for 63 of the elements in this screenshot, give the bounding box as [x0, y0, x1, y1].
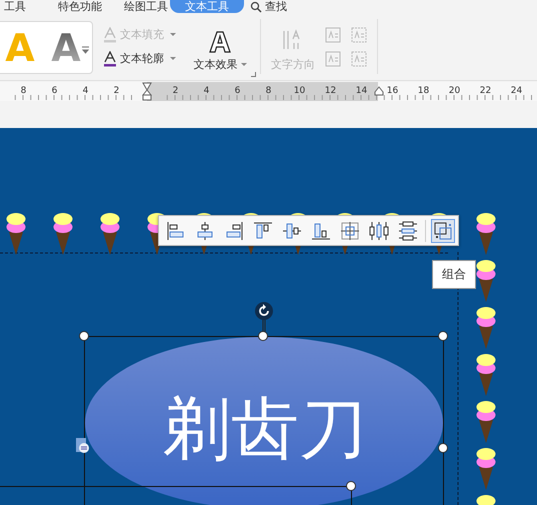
- menu-tab[interactable]: 绘图工具: [110, 0, 170, 13]
- ruler-number: 4: [82, 86, 88, 96]
- align-middle-icon: [282, 220, 302, 240]
- distribute-vertical-icon: [398, 220, 418, 240]
- ruler-number: 8: [266, 86, 272, 96]
- search-icon[interactable]: [250, 0, 262, 12]
- ruler-number: 18: [418, 86, 430, 96]
- resize-handle[interactable]: [438, 443, 448, 453]
- text-format-button[interactable]: 文本轮廓: [103, 50, 187, 66]
- align-button[interactable]: [396, 218, 420, 242]
- text-letter-icon: [103, 26, 117, 42]
- caret-icon: [170, 56, 176, 60]
- align-top-icon: [253, 220, 273, 240]
- search-link[interactable]: 查找: [265, 0, 287, 13]
- align-left-icon: [166, 220, 186, 240]
- ruler-number: 14: [356, 86, 368, 96]
- outlined-letter-icon: [209, 31, 231, 53]
- ice-cream-cone-drawing: [53, 212, 73, 256]
- ruler-number: 22: [480, 86, 492, 96]
- center-cross-icon: [340, 220, 360, 240]
- text-effect-button[interactable]: 文本效果: [194, 57, 246, 72]
- ice-cream-cone-drawing: [476, 400, 496, 444]
- ruler-number: 16: [386, 86, 398, 96]
- rotate-handle-icon[interactable]: [255, 302, 273, 320]
- ruler-number: 10: [294, 86, 306, 96]
- caret-icon: [170, 32, 176, 36]
- ice-cream-cone-drawing: [476, 212, 496, 256]
- menu-tab[interactable]: 特色功能: [44, 0, 110, 13]
- resize-handle[interactable]: [438, 331, 448, 341]
- ice-cream-cone-drawing: [476, 306, 496, 350]
- rotation-stem: [262, 318, 266, 332]
- resize-handle[interactable]: [79, 331, 89, 341]
- ruler-number: 6: [234, 86, 240, 96]
- text-letter-icon: [103, 50, 117, 66]
- ice-cream-cone-drawing: [476, 447, 496, 491]
- ruler-number: 2: [172, 86, 178, 96]
- group-icon: [433, 220, 453, 240]
- align-right-icon: [224, 220, 244, 240]
- align-center-icon: [195, 220, 215, 240]
- ruler-number: 6: [52, 86, 58, 96]
- ice-cream-cone-drawing: [100, 212, 120, 256]
- distribute-horizontal-icon: [369, 220, 389, 240]
- indent-marker-icon[interactable]: [142, 82, 152, 101]
- ruler-number: 2: [114, 86, 120, 96]
- ice-cream-cone-drawing: [6, 212, 26, 256]
- ruler-number: 20: [448, 86, 460, 96]
- align-bottom-icon: [311, 220, 331, 240]
- gallery-more-icon[interactable]: [82, 46, 89, 54]
- caret-icon: [240, 62, 246, 66]
- ruler-number: 12: [324, 86, 336, 96]
- ice-cream-cone-drawing: [476, 259, 496, 303]
- tooltip: 组合: [432, 260, 476, 289]
- ruler-number: 24: [510, 86, 522, 96]
- align-button[interactable]: [431, 218, 455, 242]
- ruler-number: 8: [20, 86, 26, 96]
- ice-cream-cone-drawing: [476, 353, 496, 397]
- menu-tab[interactable]: 工具: [0, 0, 44, 13]
- right-indent-marker-icon[interactable]: [374, 86, 384, 96]
- layout-options-icon[interactable]: [76, 438, 90, 454]
- dialog-launcher-icon[interactable]: [251, 72, 256, 77]
- resize-handle[interactable]: [258, 331, 268, 341]
- shape-text: 剃齿刀: [162, 390, 368, 470]
- ruler-number: 4: [204, 86, 210, 96]
